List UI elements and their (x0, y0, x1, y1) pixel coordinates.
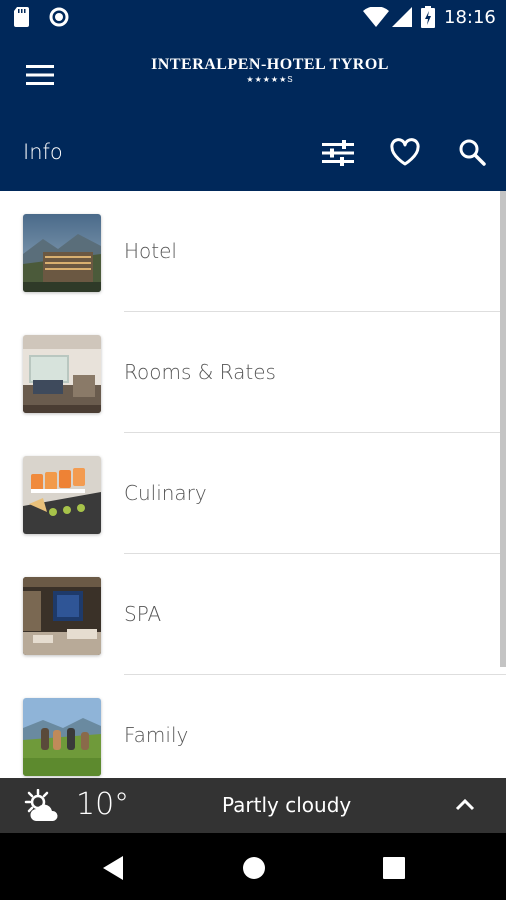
spa-thumbnail (23, 577, 101, 655)
culinary-thumbnail (23, 456, 101, 534)
list-item-label: Hotel (124, 239, 177, 263)
favorites-heart-icon[interactable] (389, 138, 421, 166)
system-nav-bar (0, 833, 506, 900)
signal-icon (392, 7, 412, 27)
sync-circle-icon (49, 7, 69, 27)
sd-card-icon (14, 7, 29, 27)
chevron-up-icon[interactable] (455, 797, 475, 811)
filter-icon[interactable] (322, 140, 354, 166)
status-time: 18:16 (444, 7, 496, 28)
list-item-hotel[interactable]: Hotel (0, 191, 506, 312)
wifi-icon (363, 7, 389, 27)
brand-stars: ★★★★★S (246, 75, 294, 84)
status-bar: 18:16 (0, 0, 506, 34)
weather-bar[interactable]: 10° Partly cloudy (0, 778, 506, 833)
hotel-thumbnail (23, 214, 101, 292)
category-list: Hotel Rooms & Rates Culinary SPA Family (0, 191, 506, 778)
recent-apps-icon[interactable] (383, 857, 405, 879)
list-item-culinary[interactable]: Culinary (0, 433, 506, 554)
partly-cloudy-icon (24, 789, 58, 821)
temperature: 10° (76, 787, 130, 822)
list-item-spa[interactable]: SPA (0, 554, 506, 675)
list-item-rooms-rates[interactable]: Rooms & Rates (0, 312, 506, 433)
family-thumbnail (23, 698, 101, 776)
battery-charging-icon (421, 6, 435, 28)
search-icon[interactable] (458, 138, 486, 166)
menu-icon[interactable] (26, 65, 54, 85)
rooms-thumbnail (23, 335, 101, 413)
back-icon[interactable] (103, 856, 125, 880)
brand-logo: INTERALPEN-HOTEL TYROL ★★★★★S (150, 56, 390, 84)
home-icon[interactable] (242, 856, 266, 880)
list-item-family[interactable]: Family (0, 675, 506, 778)
weather-condition: Partly cloudy (222, 793, 352, 817)
scrollbar[interactable] (500, 191, 506, 667)
page-title: Info (23, 140, 63, 164)
list-item-label: Rooms & Rates (124, 360, 276, 384)
list-item-label: Culinary (124, 481, 207, 505)
brand-name: INTERALPEN-HOTEL TYROL (151, 56, 389, 73)
list-item-label: Family (124, 723, 189, 747)
app-bar: INTERALPEN-HOTEL TYROL ★★★★★S Info (0, 34, 506, 191)
list-item-label: SPA (124, 602, 162, 626)
